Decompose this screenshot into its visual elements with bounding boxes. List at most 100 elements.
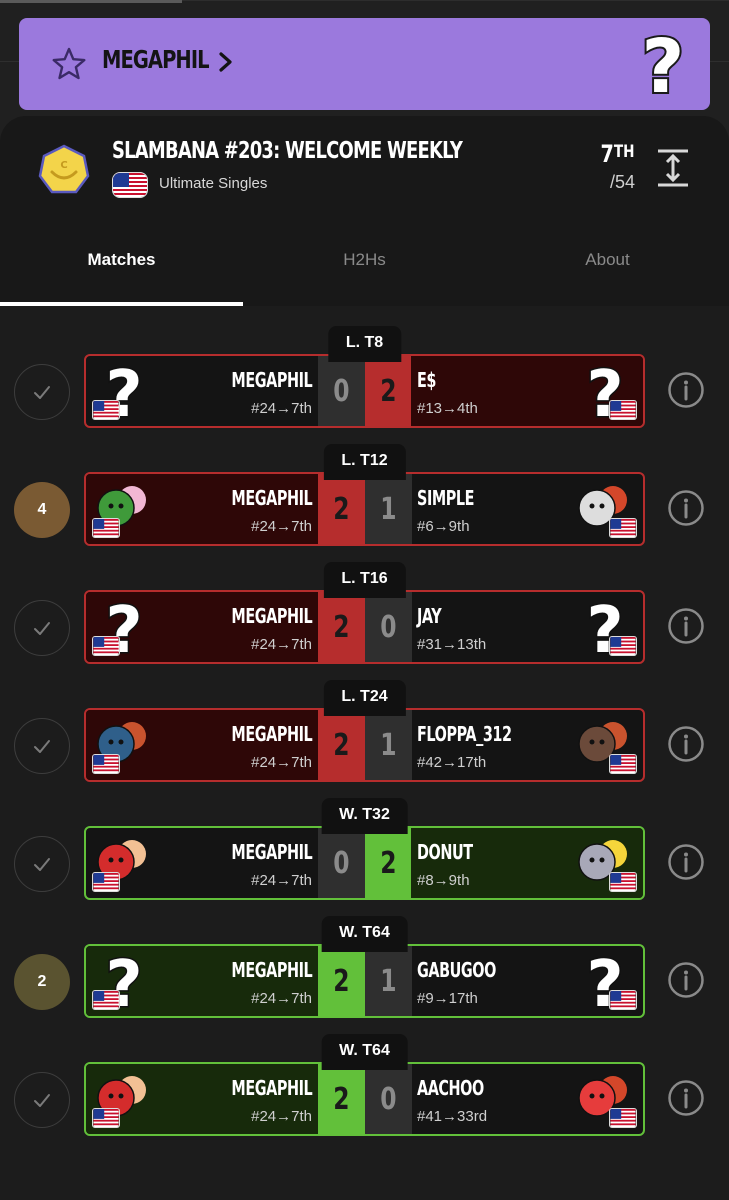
svg-text:C: C xyxy=(60,160,67,171)
right-score: 1 xyxy=(365,710,412,780)
round-label: L. T8 xyxy=(327,326,402,362)
entrant-count: /54 xyxy=(609,172,635,192)
round-label: W. T64 xyxy=(321,1034,408,1070)
info-icon[interactable] xyxy=(667,371,705,409)
seed-placement: #24→7th xyxy=(251,990,312,1007)
check-icon xyxy=(34,386,50,399)
left-score: 2 xyxy=(318,1064,365,1134)
round-label: W. T32 xyxy=(321,798,408,834)
info-icon[interactable] xyxy=(667,843,705,881)
seed-placement: #8→9th xyxy=(417,872,470,889)
games-count-badge: 4 xyxy=(14,482,70,538)
right-player[interactable]: FLOPPA_312 #42→17th xyxy=(411,710,643,780)
us-flag-icon xyxy=(92,636,120,656)
match-row[interactable]: W. T64 MEGAPHIL #24→7th 2 0 AACHOO #41→33rd xyxy=(0,1034,729,1136)
left-player[interactable]: MEGAPHIL #24→7th xyxy=(86,474,318,544)
seed-placement: #6→9th xyxy=(417,518,470,535)
match-row[interactable]: 4 L. T12 MEGAPHIL #24→7th 2 1 SIMPLE #6→9th xyxy=(0,444,729,546)
opponent-name: FLOPPA_312 xyxy=(417,722,512,746)
match-card[interactable]: MEGAPHIL #24→7th 2 0 AACHOO #41→33rd xyxy=(84,1062,645,1136)
round-label: L. T12 xyxy=(323,444,406,480)
player-name: MEGAPHIL xyxy=(231,958,312,982)
right-player[interactable]: E$ #13→4th? xyxy=(411,356,643,426)
match-card[interactable]: ? MEGAPHIL #24→7th 0 2 E$ #13→4th? xyxy=(84,354,645,428)
player-banner[interactable]: MEGAPHIL ? xyxy=(19,18,710,110)
left-score: 0 xyxy=(318,356,365,426)
match-card[interactable]: MEGAPHIL #24→7th 2 1 FLOPPA_312 #42→17th xyxy=(84,708,645,782)
match-row[interactable]: L. T16? MEGAPHIL #24→7th 2 0 JAY #31→13th? xyxy=(0,562,729,664)
tab-matches[interactable]: Matches xyxy=(0,250,243,270)
match-card[interactable]: ? MEGAPHIL #24→7th 2 0 JAY #31→13th? xyxy=(84,590,645,664)
right-player[interactable]: JAY #31→13th? xyxy=(411,592,643,662)
left-player[interactable]: ? MEGAPHIL #24→7th xyxy=(86,592,318,662)
left-score: 2 xyxy=(318,946,365,1016)
info-icon[interactable] xyxy=(667,489,705,527)
player-name: MEGAPHIL xyxy=(231,840,312,864)
seed-placement: #13→4th xyxy=(417,400,478,417)
scroll-indicator xyxy=(0,0,182,3)
left-player[interactable]: MEGAPHIL #24→7th xyxy=(86,710,318,780)
completed-status xyxy=(14,836,70,892)
tournament-logo: C xyxy=(38,144,90,194)
games-count-badge: 2 xyxy=(14,954,70,1010)
right-player[interactable]: DONUT #8→9th xyxy=(411,828,643,898)
info-icon[interactable] xyxy=(667,1079,705,1117)
completed-status xyxy=(14,718,70,774)
player-name: MEGAPHIL xyxy=(231,486,312,510)
match-card[interactable]: MEGAPHIL #24→7th 2 1 SIMPLE #6→9th xyxy=(84,472,645,546)
check-icon xyxy=(34,1094,50,1107)
opponent-name: E$ xyxy=(417,368,437,392)
left-player[interactable]: MEGAPHIL #24→7th xyxy=(86,1064,318,1134)
us-flag-icon xyxy=(92,400,120,420)
us-flag-icon xyxy=(92,990,120,1010)
player-name[interactable]: MEGAPHIL xyxy=(102,45,210,74)
left-score: 2 xyxy=(318,592,365,662)
star-icon[interactable] xyxy=(51,46,87,82)
info-icon[interactable] xyxy=(667,725,705,763)
us-flag-icon xyxy=(92,872,120,892)
round-label: L. T24 xyxy=(323,680,406,716)
right-score: 1 xyxy=(365,474,412,544)
left-score: 2 xyxy=(318,710,365,780)
tab-bar: Matches H2Hs About xyxy=(0,244,729,306)
us-flag-icon xyxy=(609,400,637,420)
completed-status xyxy=(14,364,70,420)
info-icon[interactable] xyxy=(667,961,705,999)
right-score: 2 xyxy=(365,356,412,426)
opponent-name: DONUT xyxy=(417,840,473,864)
tab-h2hs[interactable]: H2Hs xyxy=(243,250,486,270)
match-card[interactable]: MEGAPHIL #24→7th 0 2 DONUT #8→9th xyxy=(84,826,645,900)
match-row[interactable]: L. T8? MEGAPHIL #24→7th 0 2 E$ #13→4th? xyxy=(0,326,729,428)
tournament-name[interactable]: SLAMBANA #203: WELCOME WEEKLY xyxy=(112,138,463,164)
opponent-name: JAY xyxy=(417,604,442,628)
left-player[interactable]: ? MEGAPHIL #24→7th xyxy=(86,356,318,426)
player-name: MEGAPHIL xyxy=(231,1076,312,1100)
seed-placement: #24→7th xyxy=(251,872,312,889)
us-flag-icon xyxy=(112,172,148,198)
question-mark-icon: ? xyxy=(640,30,687,100)
match-card[interactable]: ? MEGAPHIL #24→7th 2 1 GABUGOO #9→17th? xyxy=(84,944,645,1018)
placement-suffix: TH xyxy=(614,142,635,162)
left-player[interactable]: MEGAPHIL #24→7th xyxy=(86,828,318,898)
completed-status xyxy=(14,1072,70,1128)
right-player[interactable]: AACHOO #41→33rd xyxy=(411,1064,643,1134)
match-row[interactable]: L. T24 MEGAPHIL #24→7th 2 1 FLOPPA_312 #42→17t… xyxy=(0,680,729,782)
seed-placement: #41→33rd xyxy=(417,1108,488,1125)
right-player[interactable]: GABUGOO #9→17th? xyxy=(411,946,643,1016)
right-player[interactable]: SIMPLE #6→9th xyxy=(411,474,643,544)
info-icon[interactable] xyxy=(667,607,705,645)
tab-about[interactable]: About xyxy=(486,250,729,270)
placement: 7TH /54 xyxy=(592,140,635,193)
opponent-name: GABUGOO xyxy=(417,958,496,982)
match-row[interactable]: W. T32 MEGAPHIL #24→7th 0 2 DONUT #8→9th xyxy=(0,798,729,900)
seed-placement: #31→13th xyxy=(417,636,487,653)
completed-status xyxy=(14,600,70,656)
left-player[interactable]: ? MEGAPHIL #24→7th xyxy=(86,946,318,1016)
expand-icon[interactable] xyxy=(656,148,690,188)
chevron-right-icon[interactable] xyxy=(217,48,235,76)
right-score: 2 xyxy=(365,828,412,898)
seed-placement: #24→7th xyxy=(251,400,312,417)
us-flag-icon xyxy=(609,636,637,656)
match-row[interactable]: 2 W. T64? MEGAPHIL #24→7th 2 1 GABUGOO #9→17th? xyxy=(0,916,729,1018)
svg-text:?: ? xyxy=(642,30,685,100)
